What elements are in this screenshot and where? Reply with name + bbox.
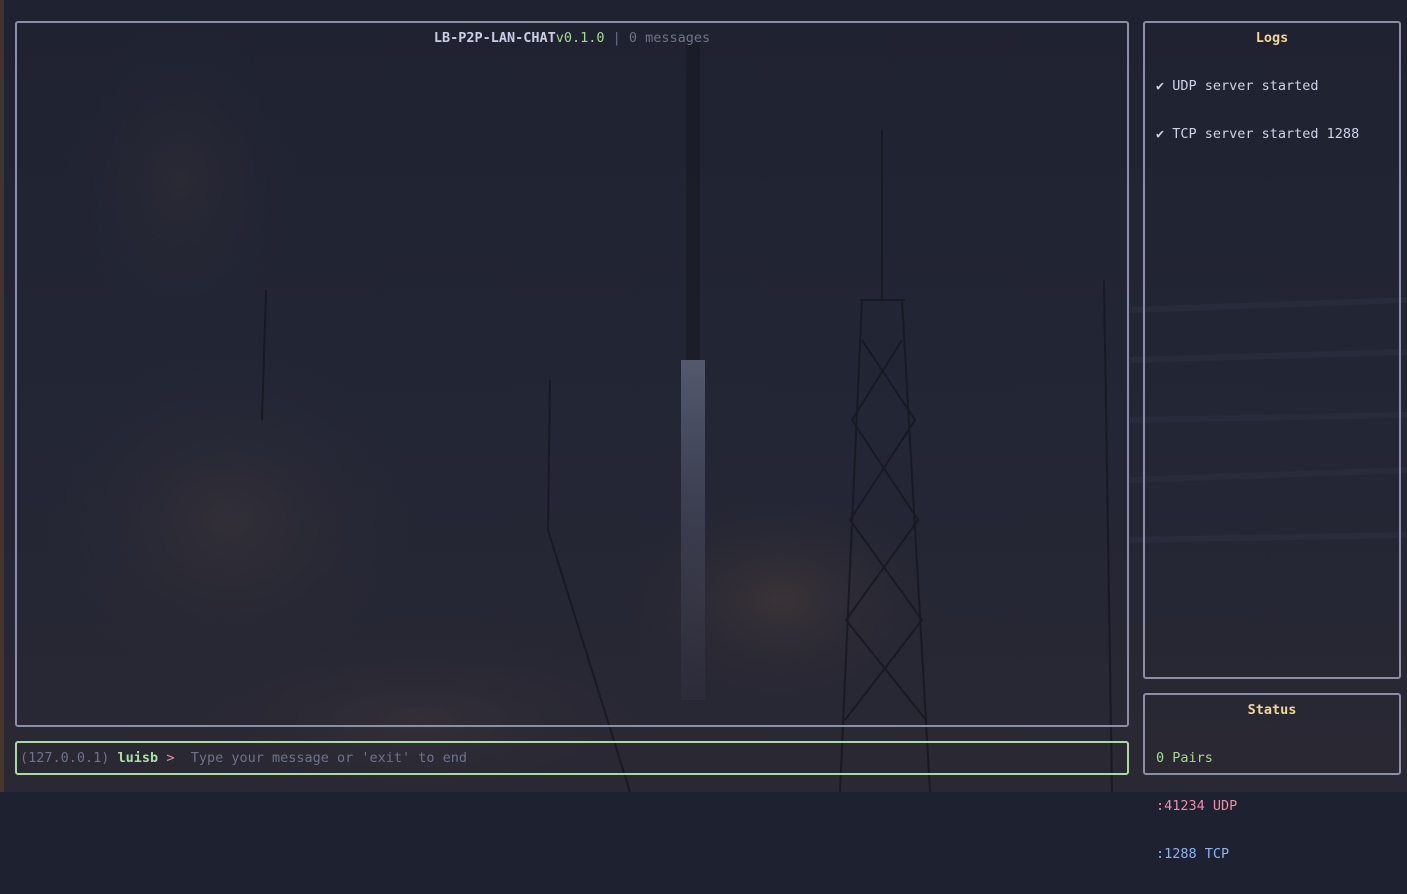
- username: luisb: [117, 750, 159, 766]
- logs-panel: Logs ✔ UDP server started ✔ TCP server s…: [1143, 21, 1401, 679]
- log-entry: ✔ UDP server started: [1156, 78, 1319, 94]
- input-row: (127.0.0.1) luisb >: [20, 750, 1051, 766]
- status-title: Status: [1247, 702, 1297, 718]
- status-list: 0 Pairs :41234 UDP :1288 TCP: [1156, 718, 1237, 894]
- chat-title: LB-P2P-LAN-CHATv0.1.0 | 0 messages: [17, 30, 1127, 46]
- app-version: v0.1.0: [555, 30, 605, 46]
- tcp-port: 1288: [1164, 846, 1197, 862]
- status-panel: Status 0 Pairs :41234 UDP :1288 TCP: [1143, 693, 1401, 862]
- tcp-port-line: :1288 TCP: [1156, 846, 1237, 862]
- udp-port: :41234 UDP: [1156, 798, 1238, 814]
- tcp-protocol-label: TCP: [1196, 846, 1230, 862]
- local-ip: (127.0.0.1): [20, 750, 110, 766]
- log-list: ✔ UDP server started ✔ TCP server starte…: [1156, 46, 1359, 174]
- pairs-count: 0 Pairs: [1156, 750, 1213, 766]
- message-input-panel: (127.0.0.1) luisb >: [15, 741, 1129, 775]
- message-count: 0 messages: [628, 30, 711, 46]
- log-entry: ✔ TCP server started 1288: [1156, 126, 1360, 142]
- logs-title: Logs: [1255, 30, 1289, 46]
- app-name: LB-P2P-LAN-CHAT: [433, 30, 556, 46]
- tcp-colon: :: [1156, 846, 1165, 862]
- chat-panel: LB-P2P-LAN-CHATv0.1.0 | 0 messages: [15, 21, 1129, 727]
- prompt-symbol: >: [158, 750, 183, 766]
- title-separator: |: [604, 30, 629, 46]
- message-input[interactable]: [190, 750, 1051, 766]
